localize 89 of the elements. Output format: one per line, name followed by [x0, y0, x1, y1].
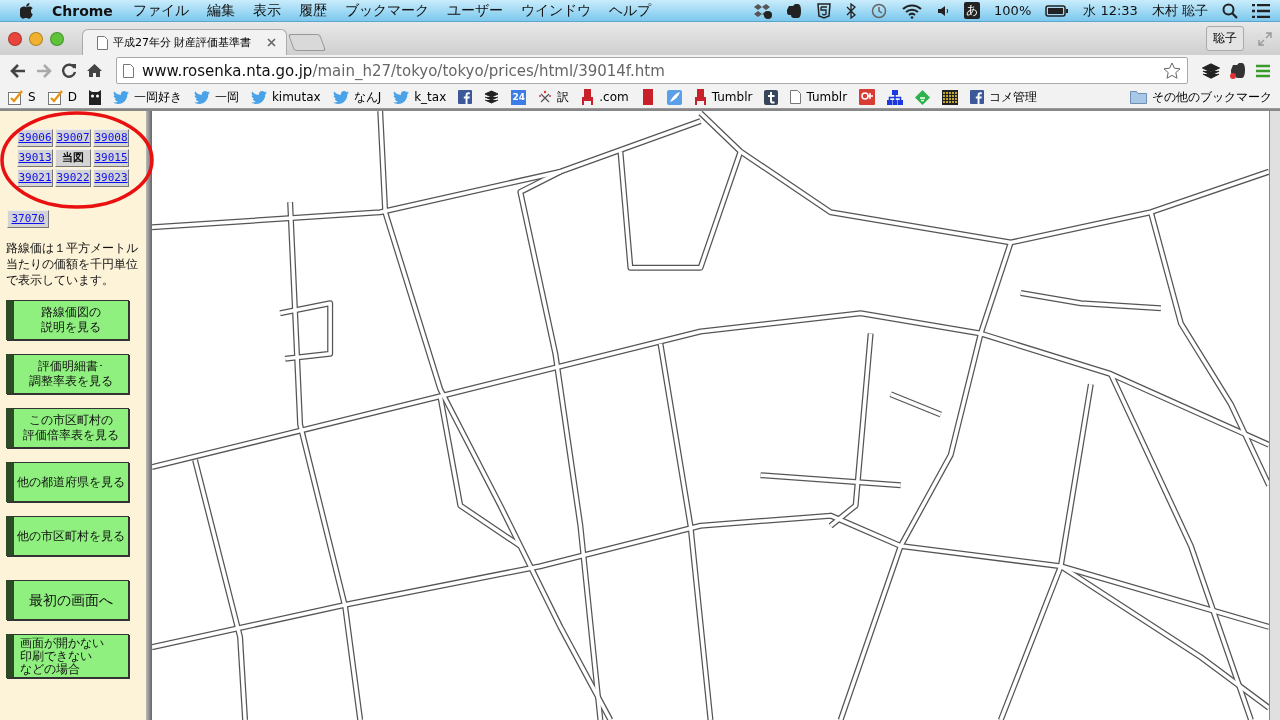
- menu-icon[interactable]: [1256, 63, 1270, 78]
- grid-icon: [942, 89, 959, 105]
- bookmark-item[interactable]: コメ管理: [970, 88, 1038, 106]
- menu-item[interactable]: 表示: [252, 1, 281, 20]
- profile-button[interactable]: 聡子: [1206, 26, 1244, 51]
- map-link[interactable]: 39008: [93, 129, 129, 147]
- page-icon: [123, 63, 134, 78]
- shield-icon[interactable]: [816, 2, 833, 19]
- bird-icon: [393, 90, 410, 104]
- bird-icon: [193, 90, 210, 104]
- close-icon[interactable]: [267, 38, 276, 47]
- wifi-icon[interactable]: [902, 2, 923, 19]
- back-icon[interactable]: [10, 63, 26, 78]
- current-map-cell: 当図: [55, 149, 91, 167]
- bookmark-item[interactable]: 一岡: [193, 88, 239, 106]
- bookmark-item[interactable]: k_tax: [393, 90, 447, 104]
- map-link[interactable]: 39021: [17, 169, 53, 187]
- menu-item[interactable]: ブックマーク: [344, 1, 429, 20]
- clock-icon[interactable]: [870, 2, 889, 19]
- star-icon[interactable]: [1163, 61, 1181, 80]
- bluetooth-icon[interactable]: [846, 2, 857, 19]
- nav-button[interactable]: 評価明細書･ 調整率表を見る: [6, 354, 129, 394]
- nav-button[interactable]: 路線価図の 説明を見る: [6, 300, 129, 340]
- clock-text[interactable]: 水 12:33: [1083, 1, 1138, 20]
- sparkle-icon: [538, 90, 553, 104]
- close-window-button[interactable]: [8, 31, 22, 46]
- calendar-icon[interactable]: 24: [511, 89, 527, 105]
- menu-item[interactable]: ファイル: [132, 1, 189, 20]
- map-link[interactable]: 39006: [17, 129, 53, 147]
- bookmark-item[interactable]: Tumblr: [693, 89, 753, 105]
- battery-icon[interactable]: [1045, 4, 1070, 17]
- facebook-icon: [970, 90, 985, 104]
- page-icon: [790, 90, 802, 104]
- dropbox-icon[interactable]: [754, 2, 773, 19]
- feather-icon: [666, 89, 682, 105]
- search-icon[interactable]: [1222, 2, 1238, 19]
- address-bar[interactable]: www.rosenka.nta.go.jp/main_h27/tokyo/tokyo/prices/html/39014f.htm: [116, 57, 1188, 84]
- user-name[interactable]: 木村 聡子: [1151, 1, 1208, 20]
- bookmark-item[interactable]: .com: [581, 89, 629, 105]
- feedly-icon: [915, 89, 931, 105]
- sitemap-icon: [887, 89, 904, 105]
- layers-icon[interactable]: [1202, 62, 1220, 79]
- menu-item[interactable]: 編集: [206, 1, 235, 20]
- other-bookmarks-folder[interactable]: その他のブックマーク: [1130, 88, 1272, 106]
- bookmark-item[interactable]: Tumblr: [790, 90, 848, 104]
- checkbox-icon: [8, 89, 23, 105]
- nav-button[interactable]: 最初の画面へ: [6, 580, 129, 620]
- map-link[interactable]: 39023: [93, 169, 129, 187]
- bookmark-item[interactable]: 訳: [538, 88, 570, 106]
- battery-percent: 100%: [994, 3, 1032, 18]
- nav-button[interactable]: 他の市区町村を見る: [6, 516, 129, 556]
- bird-icon: [250, 90, 267, 104]
- folder-icon: [1130, 90, 1147, 104]
- browser-tab[interactable]: 平成27年分 財産評価基準書: [82, 29, 287, 55]
- nav-button[interactable]: 画面が開かない 印刷できない などの場合: [6, 634, 129, 678]
- apple-logo-icon[interactable]: [20, 2, 34, 19]
- home-icon[interactable]: [87, 63, 102, 78]
- facebook-icon: [458, 90, 473, 104]
- bookmark-item[interactable]: S: [8, 89, 36, 105]
- map-link[interactable]: 39015: [93, 149, 129, 167]
- google-plus-icon: [859, 89, 876, 105]
- bookmark-item[interactable]: kimutax: [250, 90, 321, 104]
- menu-item[interactable]: 履歴: [298, 1, 327, 20]
- menu-item[interactable]: ヘルプ: [608, 1, 651, 20]
- bookmark-item[interactable]: D: [47, 89, 77, 105]
- bird-icon: [112, 90, 129, 104]
- owl-icon: [88, 89, 101, 105]
- bookmark-item[interactable]: なんJ: [332, 88, 382, 106]
- map-link[interactable]: 39007: [55, 129, 91, 147]
- list-icon[interactable]: [1252, 3, 1270, 18]
- menu-item[interactable]: ウインドウ: [520, 1, 591, 20]
- nav-button[interactable]: 他の都道府県を見る: [6, 462, 129, 502]
- bookmark-item[interactable]: 一岡好き: [112, 88, 182, 106]
- checkbox-icon: [47, 89, 63, 105]
- layers-icon: [484, 90, 500, 104]
- map-link[interactable]: 37070: [7, 210, 49, 228]
- reload-icon[interactable]: [62, 63, 77, 78]
- price-unit-note: 路線価は１平方メートル当たりの価額を千円単位で表示しています。: [6, 240, 139, 288]
- scrollbar[interactable]: [1270, 111, 1280, 720]
- nav-button[interactable]: この市区町村の 評価倍率表を見る: [6, 408, 129, 448]
- input-method-indicator[interactable]: あ: [964, 2, 981, 19]
- zoom-window-button[interactable]: [50, 31, 64, 46]
- tumblr-icon: [764, 89, 779, 105]
- map-link[interactable]: 39013: [17, 149, 53, 167]
- menu-item[interactable]: ユーザー: [446, 1, 503, 20]
- map-link[interactable]: 39022: [55, 169, 91, 187]
- app-menu[interactable]: Chrome: [52, 2, 113, 19]
- bird-icon: [332, 90, 349, 104]
- page-icon: [97, 35, 108, 50]
